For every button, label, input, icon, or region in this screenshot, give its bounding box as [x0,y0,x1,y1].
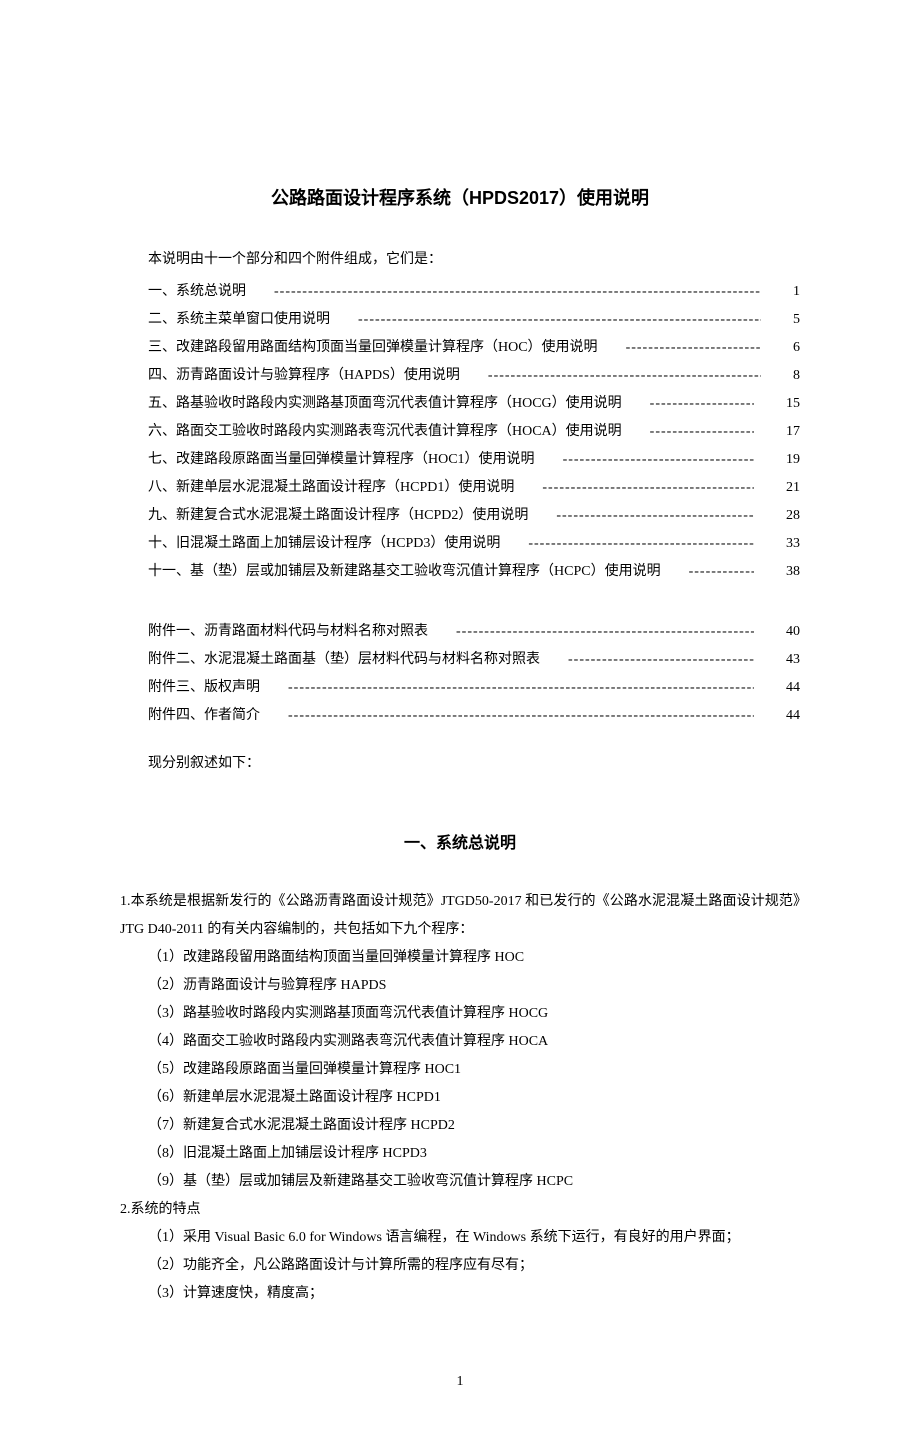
toc-leader [535,446,754,474]
appendix-label: 附件四、作者简介 [120,702,260,730]
toc-label: 一、系统总说明 [120,278,246,306]
toc-leader [622,418,754,446]
toc-leader [460,362,761,390]
toc-item: 五、路基验收时路段内实测路基顶面弯沉代表值计算程序（HOCG）使用说明 15 [120,390,800,418]
toc-item: 十一、基（垫）层或加铺层及新建路基交工验收弯沉值计算程序（HCPC）使用说明 3… [120,558,800,586]
toc-page: 1 [761,278,800,306]
appendix-item: 附件二、水泥混凝土路面基（垫）层材料代码与材料名称对照表 43 [120,646,800,674]
toc-page: 28 [754,502,800,530]
program-item: （7）新建复合式水泥混凝土路面设计程序 HCPD2 [120,1112,800,1140]
section-1-title: 一、系统总说明 [120,828,800,860]
program-item: （6）新建单层水泥混凝土路面设计程序 HCPD1 [120,1084,800,1112]
document-title: 公路路面设计程序系统（HPDS2017）使用说明 [120,180,800,216]
program-item: （9）基（垫）层或加铺层及新建路基交工验收弯沉值计算程序 HCPC [120,1168,800,1196]
appendix-page: 40 [754,618,800,646]
appendix-item: 附件三、版权声明 44 [120,674,800,702]
program-item: （1）改建路段留用路面结构顶面当量回弹模量计算程序 HOC [120,944,800,972]
toc-page: 6 [761,334,800,362]
toc-label: 五、路基验收时路段内实测路基顶面弯沉代表值计算程序（HOCG）使用说明 [120,390,622,418]
toc-label: 八、新建单层水泥混凝土路面设计程序（HCPD1）使用说明 [120,474,514,502]
toc-page: 15 [754,390,800,418]
toc-label: 九、新建复合式水泥混凝土路面设计程序（HCPD2）使用说明 [120,502,528,530]
section-1-para-2: 2.系统的特点 [120,1196,800,1224]
toc-leader [598,334,761,362]
toc-label: 七、改建路段原路面当量回弹模量计算程序（HOC1）使用说明 [120,446,535,474]
section-1-para-1: 1.本系统是根据新发行的《公路沥青路面设计规范》JTGD50-2017 和已发行… [120,888,800,944]
toc-leader [330,306,761,334]
toc-page: 8 [761,362,800,390]
program-item: （2）沥青路面设计与验算程序 HAPDS [120,972,800,1000]
program-item: （8）旧混凝土路面上加铺层设计程序 HCPD3 [120,1140,800,1168]
toc-label: 十一、基（垫）层或加铺层及新建路基交工验收弯沉值计算程序（HCPC）使用说明 [120,558,661,586]
toc-page: 17 [754,418,800,446]
toc-page: 38 [754,558,800,586]
toc-page: 33 [754,530,800,558]
appendix-page: 44 [754,674,800,702]
appendix-label: 附件一、沥青路面材料代码与材料名称对照表 [120,618,428,646]
toc-item: 三、改建路段留用路面结构顶面当量回弹模量计算程序（HOC）使用说明 6 [120,334,800,362]
toc-item: 八、新建单层水泥混凝土路面设计程序（HCPD1）使用说明 21 [120,474,800,502]
page-number: 1 [120,1368,800,1396]
program-item: （5）改建路段原路面当量回弹模量计算程序 HOC1 [120,1056,800,1084]
toc-label: 十、旧混凝土路面上加铺层设计程序（HCPD3）使用说明 [120,530,500,558]
toc-leader [661,558,754,586]
intro-text: 本说明由十一个部分和四个附件组成，它们是： [120,246,800,274]
feature-item: （2）功能齐全，凡公路路面设计与计算所需的程序应有尽有； [120,1252,800,1280]
toc-item: 七、改建路段原路面当量回弹模量计算程序（HOC1）使用说明 19 [120,446,800,474]
appendix-page: 44 [754,702,800,730]
appendix-page: 43 [754,646,800,674]
toc-label: 四、沥青路面设计与验算程序（HAPDS）使用说明 [120,362,460,390]
features-list: （1）采用 Visual Basic 6.0 for Windows 语言编程，… [120,1224,800,1308]
toc-label: 三、改建路段留用路面结构顶面当量回弹模量计算程序（HOC）使用说明 [120,334,598,362]
appendix-item: 附件四、作者简介 44 [120,702,800,730]
toc-leader [260,702,754,730]
toc-label: 六、路面交工验收时路段内实测路表弯沉代表值计算程序（HOCA）使用说明 [120,418,622,446]
toc-leader [540,646,754,674]
closing-text: 现分别叙述如下： [120,750,800,778]
toc-leader [528,502,754,530]
program-item: （3）路基验收时路段内实测路基顶面弯沉代表值计算程序 HOCG [120,1000,800,1028]
appendix-label: 附件三、版权声明 [120,674,260,702]
table-of-contents: 一、系统总说明 1二、系统主菜单窗口使用说明 5三、改建路段留用路面结构顶面当量… [120,278,800,586]
appendix-label: 附件二、水泥混凝土路面基（垫）层材料代码与材料名称对照表 [120,646,540,674]
programs-list: （1）改建路段留用路面结构顶面当量回弹模量计算程序 HOC（2）沥青路面设计与验… [120,944,800,1196]
toc-page: 21 [754,474,800,502]
toc-label: 二、系统主菜单窗口使用说明 [120,306,330,334]
toc-leader [246,278,761,306]
appendix-item: 附件一、沥青路面材料代码与材料名称对照表 40 [120,618,800,646]
feature-item: （1）采用 Visual Basic 6.0 for Windows 语言编程，… [120,1224,800,1252]
toc-leader [514,474,754,502]
toc-leader [500,530,754,558]
toc-leader [260,674,754,702]
toc-leader [428,618,754,646]
appendix-list: 附件一、沥青路面材料代码与材料名称对照表 40附件二、水泥混凝土路面基（垫）层材… [120,618,800,730]
toc-item: 六、路面交工验收时路段内实测路表弯沉代表值计算程序（HOCA）使用说明 17 [120,418,800,446]
toc-page: 5 [761,306,800,334]
toc-leader [622,390,754,418]
toc-item: 十、旧混凝土路面上加铺层设计程序（HCPD3）使用说明 33 [120,530,800,558]
toc-item: 九、新建复合式水泥混凝土路面设计程序（HCPD2）使用说明 28 [120,502,800,530]
toc-item: 四、沥青路面设计与验算程序（HAPDS）使用说明 8 [120,362,800,390]
program-item: （4）路面交工验收时路段内实测路表弯沉代表值计算程序 HOCA [120,1028,800,1056]
toc-item: 一、系统总说明 1 [120,278,800,306]
feature-item: （3）计算速度快，精度高； [120,1280,800,1308]
toc-page: 19 [754,446,800,474]
toc-item: 二、系统主菜单窗口使用说明 5 [120,306,800,334]
